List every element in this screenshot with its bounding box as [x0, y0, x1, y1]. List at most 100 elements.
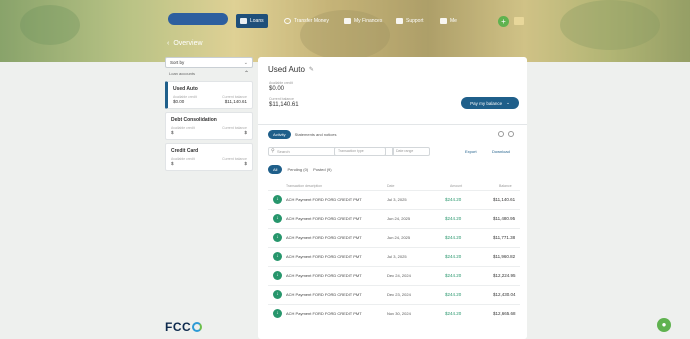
nav-transfer-label: Transfer Money	[294, 18, 329, 24]
chevron-down-icon: ⌄	[506, 100, 510, 105]
logo-swirl-icon	[192, 322, 203, 332]
account-label-right: Current balance	[222, 126, 247, 130]
nav-loans[interactable]: Loans	[236, 14, 268, 28]
row-description: ACH Payment FORD FORD CREDIT PMT	[286, 235, 362, 240]
transaction-tabs: All Pending (0) Posted (9)	[268, 165, 332, 174]
metric-value-available: $0.00	[269, 86, 285, 92]
pay-balance-button[interactable]: Pay my balance ⌄	[461, 97, 519, 109]
search-icon: ⚲	[271, 148, 275, 154]
table-header: Transaction description Date Amount Bala…	[268, 182, 520, 190]
column-description[interactable]: Transaction description	[286, 184, 322, 188]
chat-help-button[interactable]: ●	[657, 318, 671, 332]
toggle-activity[interactable]: Activity	[268, 130, 291, 139]
row-balance: $11,480.95	[493, 216, 516, 221]
row-date: Dec 23, 2024	[387, 292, 411, 297]
table-row[interactable]: ↓ ACH Payment FORD FORD CREDIT PMT Jul 3…	[268, 247, 520, 266]
top-nav: Loans Transfer Money My Finances Support…	[0, 12, 690, 32]
nav-me[interactable]: Me	[440, 15, 457, 27]
table-row[interactable]: ↓ ACH Payment FORD FORD CREDIT PMT Nov 3…	[268, 304, 520, 323]
row-balance: $11,140.61	[493, 197, 516, 202]
table-row[interactable]: ↓ ACH Payment FORD FORD CREDIT PMT Dec 2…	[268, 266, 520, 285]
tab-all[interactable]: All	[268, 165, 283, 174]
breadcrumb[interactable]: ‹ Overview	[167, 40, 203, 47]
search-placeholder: Search	[277, 149, 290, 154]
sort-select[interactable]: Sort by ⌄	[165, 57, 253, 68]
account-value-left: $	[171, 161, 174, 166]
row-description: ACH Payment FORD FORD CREDIT PMT	[286, 216, 362, 221]
payment-icon: ↓	[273, 233, 282, 242]
info-icon[interactable]	[498, 131, 504, 137]
sort-label: Sort by	[170, 60, 185, 65]
logo-text: FCC	[165, 320, 192, 334]
row-balance: $12,224.95	[493, 273, 516, 278]
divider	[258, 124, 527, 125]
nav-finances-label: My Finances	[354, 18, 383, 24]
nav-loans-label: Loans	[250, 18, 264, 24]
account-card-used-auto[interactable]: Used Auto Available credit Current balan…	[165, 81, 253, 109]
row-date: Jul 3, 2025	[387, 197, 407, 202]
download-button[interactable]: Download	[492, 149, 510, 154]
row-date: Jul 3, 2025	[387, 254, 407, 259]
chevron-up-icon: ⌃	[243, 71, 249, 77]
account-card-credit-card[interactable]: Credit Card Available credit Current bal…	[165, 143, 253, 171]
add-button[interactable]: +	[498, 16, 509, 27]
tab-pending[interactable]: Pending (0)	[287, 167, 308, 172]
grid-icon	[440, 18, 447, 24]
column-date[interactable]: Date	[387, 184, 394, 188]
metric-value-balance: $11,140.61	[269, 102, 299, 108]
table-row[interactable]: ↓ ACH Payment FORD FORD CREDIT PMT Dec 2…	[268, 285, 520, 304]
nav-me-label: Me	[450, 18, 457, 24]
org-switcher[interactable]	[168, 13, 228, 25]
view-toggle: Activity Statements and notices	[268, 130, 336, 139]
row-description: ACH Payment FORD FORD CREDIT PMT	[286, 254, 362, 259]
account-label-left: Available credit	[171, 126, 195, 130]
account-value-right: $11,140.61	[224, 99, 247, 104]
account-value-right: $	[244, 161, 247, 166]
row-date: Dec 24, 2024	[387, 273, 411, 278]
export-button[interactable]: Export	[465, 149, 477, 154]
fcc-logo[interactable]: FCC	[165, 320, 203, 334]
account-card-debt-consolidation[interactable]: Debt Consolidation Available credit Curr…	[165, 112, 253, 140]
account-label-left: Available credit	[171, 157, 195, 161]
column-amount[interactable]: Amount	[450, 184, 462, 188]
loan-title-text: Used Auto	[268, 65, 305, 74]
tab-posted[interactable]: Posted (9)	[313, 167, 331, 172]
account-sidebar: Sort by ⌄ Loan accounts ⌃ Used Auto Avai…	[165, 57, 253, 183]
payment-icon: ↓	[273, 290, 282, 299]
nav-support[interactable]: Support	[396, 15, 424, 27]
finances-icon	[344, 18, 351, 24]
account-value-left: $0.00	[173, 99, 185, 104]
transfer-icon	[284, 18, 291, 24]
account-name: Used Auto	[173, 86, 198, 92]
row-amount: $244.20	[445, 311, 462, 316]
account-label-right: Current balance	[222, 157, 247, 161]
row-date: Jun 24, 2025	[387, 235, 411, 240]
toggle-statements[interactable]: Statements and notices	[295, 132, 337, 137]
row-balance: $11,771.38	[493, 235, 516, 240]
account-name: Debt Consolidation	[171, 117, 217, 123]
edit-pencil-icon[interactable]: ✎	[309, 66, 314, 73]
table-row[interactable]: ↓ ACH Payment FORD FORD CREDIT PMT Jun 2…	[268, 209, 520, 228]
date-range-filter[interactable]: Date range	[392, 147, 430, 156]
nav-transfer[interactable]: Transfer Money	[284, 15, 329, 27]
nav-finances[interactable]: My Finances	[344, 15, 382, 27]
language-flag-icon[interactable]	[514, 17, 524, 25]
transaction-type-filter[interactable]: Transaction type	[334, 147, 386, 156]
row-amount: $244.20	[445, 197, 462, 202]
table-row[interactable]: ↓ ACH Payment FORD FORD CREDIT PMT Jul 3…	[268, 190, 520, 209]
nav-support-label: Support	[406, 18, 424, 24]
settings-icon[interactable]	[508, 131, 514, 137]
payment-icon: ↓	[273, 195, 282, 204]
metric-label-balance: Current balance	[269, 97, 294, 101]
table-row[interactable]: ↓ ACH Payment FORD FORD CREDIT PMT Jun 2…	[268, 228, 520, 247]
row-description: ACH Payment FORD FORD CREDIT PMT	[286, 292, 362, 297]
chevron-left-icon: ‹	[167, 40, 170, 47]
account-group-header[interactable]: Loan accounts ⌃	[165, 70, 253, 78]
account-name: Credit Card	[171, 148, 199, 154]
column-balance[interactable]: Balance	[499, 184, 512, 188]
loan-detail-panel: Used Auto ✎ Available credit $0.00 Curre…	[258, 57, 527, 339]
payment-icon: ↓	[273, 271, 282, 280]
pay-balance-label: Pay my balance	[470, 100, 503, 106]
row-amount: $244.20	[445, 273, 462, 278]
account-group-label: Loan accounts	[169, 71, 196, 76]
